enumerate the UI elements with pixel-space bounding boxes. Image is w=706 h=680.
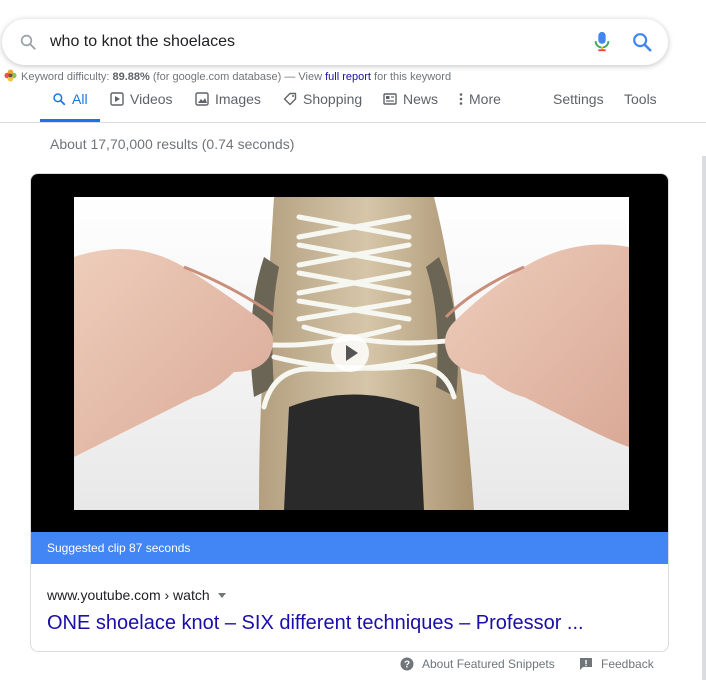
tab-more[interactable]: More <box>458 86 501 122</box>
video-player[interactable] <box>31 174 668 532</box>
feedback-link[interactable]: Feedback <box>579 657 654 671</box>
help-icon: ? <box>400 657 414 671</box>
search-tabs: All Videos Images Shopping News More Set… <box>0 86 706 122</box>
play-icon[interactable] <box>330 333 370 373</box>
more-vert-icon <box>459 93 463 105</box>
tab-all[interactable]: All <box>40 86 100 122</box>
search-icon <box>53 93 66 106</box>
keyword-difficulty-line: Keyword difficulty: 89.88% (for google.c… <box>4 69 451 83</box>
microphone-icon[interactable] <box>592 31 612 53</box>
tab-all-label: All <box>72 91 88 107</box>
tools-link[interactable]: Tools <box>624 86 657 122</box>
search-input[interactable]: who to knot the shoelaces <box>50 31 235 53</box>
feedback-icon <box>580 658 592 670</box>
tabs-divider <box>0 122 706 123</box>
url-menu-caret-icon[interactable] <box>217 593 226 598</box>
about-featured-snippets-label: About Featured Snippets <box>422 657 555 671</box>
kd-label: Keyword difficulty: <box>21 71 110 83</box>
kd-value: 89.88% <box>112 71 150 83</box>
video-play-icon <box>110 92 124 106</box>
kd-suffix: for this keyword <box>374 71 452 83</box>
search-box[interactable]: who to knot the shoelaces <box>2 19 668 65</box>
settings-link[interactable]: Settings <box>553 86 604 122</box>
video-title-link[interactable]: ONE shoelace knot – SIX different techni… <box>47 610 584 636</box>
tab-more-label: More <box>469 91 501 107</box>
result-stats: About 17,70,000 results (0.74 seconds) <box>50 136 295 152</box>
svg-text:?: ? <box>404 660 410 671</box>
full-report-link[interactable]: full report <box>325 71 371 83</box>
tab-videos[interactable]: Videos <box>110 86 173 122</box>
tab-images[interactable]: Images <box>195 86 261 122</box>
search-submit-icon[interactable] <box>631 31 653 53</box>
tab-images-label: Images <box>215 91 261 107</box>
tab-videos-label: Videos <box>130 91 173 107</box>
tab-shopping[interactable]: Shopping <box>283 86 362 122</box>
image-icon <box>195 92 209 106</box>
feedback-label: Feedback <box>601 657 654 671</box>
result-url: www.youtube.com › watch <box>47 587 226 603</box>
newspaper-icon <box>383 93 397 105</box>
kd-scope: (for google.com database) — View <box>152 71 323 83</box>
tab-news-label: News <box>403 91 439 107</box>
about-featured-snippets[interactable]: ? About Featured Snippets <box>400 657 555 671</box>
search-icon <box>20 34 36 50</box>
tab-news[interactable]: News <box>383 86 438 122</box>
suggested-clip-bar[interactable]: Suggested clip 87 seconds <box>31 532 668 564</box>
side-panel-edge <box>702 156 706 680</box>
tab-shopping-label: Shopping <box>303 91 363 107</box>
featured-video-card: Suggested clip 87 seconds www.youtube.co… <box>30 173 669 652</box>
tag-icon <box>283 92 297 106</box>
extension-flower-icon <box>4 69 17 82</box>
result-url-text: www.youtube.com › watch <box>47 587 210 603</box>
